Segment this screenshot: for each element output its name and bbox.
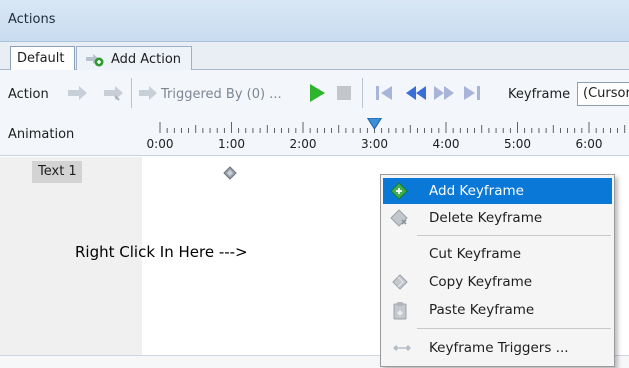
ruler-tick-label: 0:00 bbox=[147, 137, 174, 151]
first-keyframe-icon[interactable] bbox=[374, 83, 396, 103]
keyframe-marker-icon[interactable] bbox=[223, 166, 237, 180]
menu-item-label: Delete Keyframe bbox=[429, 210, 543, 226]
animation-label: Animation bbox=[8, 127, 75, 142]
keyframe-select[interactable]: (Cursor) bbox=[577, 82, 629, 106]
ruler-tick-label: 2:00 bbox=[290, 137, 317, 151]
menu-item-label: Paste Keyframe bbox=[429, 302, 535, 318]
paste-keyframe-icon bbox=[393, 302, 407, 320]
last-keyframe-icon[interactable] bbox=[460, 83, 482, 103]
toolbar-divider bbox=[131, 78, 132, 108]
toolbar-divider bbox=[362, 78, 363, 108]
ruler-tick-label: 3:00 bbox=[361, 137, 388, 151]
triggered-by-icon bbox=[139, 86, 157, 100]
track-label-text: Text 1 bbox=[38, 164, 77, 179]
tab-add-action-label: Add Action bbox=[111, 52, 182, 67]
context-menu: Add Keyframe Delete Keyframe Cut Keyfram… bbox=[380, 174, 615, 367]
menu-separator bbox=[417, 328, 611, 329]
ruler-tick-label: 4:00 bbox=[433, 137, 460, 151]
time-ruler[interactable]: 0:00 1:00 2:00 3:00 4:00 5:00 6:00 bbox=[140, 118, 629, 154]
track-label-column: Text 1 Right Click In Here ---> bbox=[0, 157, 248, 355]
right-click-hint: Right Click In Here ---> bbox=[75, 243, 248, 261]
menu-item-paste-keyframe[interactable]: Paste Keyframe bbox=[383, 297, 612, 323]
keyframe-triggers-icon bbox=[393, 345, 411, 351]
next-keyframe-icon[interactable] bbox=[432, 83, 456, 103]
tab-default[interactable]: Default bbox=[10, 46, 75, 71]
tab-strip: Default Add Action bbox=[0, 42, 629, 71]
menu-item-label: Copy Keyframe bbox=[429, 274, 533, 290]
menu-item-delete-keyframe[interactable]: Delete Keyframe bbox=[383, 205, 612, 231]
move-right-alt-icon[interactable] bbox=[103, 84, 125, 102]
stop-icon[interactable] bbox=[335, 84, 353, 102]
menu-item-add-keyframe[interactable]: Add Keyframe bbox=[383, 178, 612, 204]
ruler-tick-label: 5:00 bbox=[504, 137, 531, 151]
move-right-icon[interactable] bbox=[67, 84, 89, 102]
keyframe-select-value: (Cursor) bbox=[583, 86, 629, 101]
menu-item-label: Add Keyframe bbox=[429, 183, 524, 199]
menu-item-cut-keyframe[interactable]: Cut Keyframe bbox=[383, 241, 612, 267]
action-label: Action bbox=[8, 87, 49, 102]
ruler-tick-label: 1:00 bbox=[218, 137, 245, 151]
add-action-icon bbox=[86, 54, 104, 67]
track-label[interactable]: Text 1 bbox=[32, 161, 82, 183]
menu-separator bbox=[417, 235, 611, 236]
keyframe-label: Keyframe bbox=[508, 87, 571, 102]
menu-item-keyframe-triggers[interactable]: Keyframe Triggers ... bbox=[383, 335, 612, 361]
play-icon[interactable] bbox=[306, 82, 328, 104]
panel-title: Actions bbox=[8, 12, 56, 27]
tab-default-label: Default bbox=[17, 51, 65, 66]
delete-keyframe-icon bbox=[390, 209, 408, 227]
previous-keyframe-icon[interactable] bbox=[404, 83, 428, 103]
menu-item-copy-keyframe[interactable]: Copy Keyframe bbox=[383, 269, 612, 295]
menu-item-label: Keyframe Triggers ... bbox=[429, 340, 569, 356]
playhead-marker[interactable] bbox=[366, 118, 383, 130]
action-toolbar: Action Triggered By (0) ... Keyframe (Cu… bbox=[0, 70, 629, 156]
tab-add-action[interactable]: Add Action bbox=[76, 46, 192, 71]
copy-keyframe-icon bbox=[392, 274, 408, 290]
triggered-by-button[interactable]: Triggered By (0) ... bbox=[161, 87, 282, 102]
menu-item-label: Cut Keyframe bbox=[429, 246, 522, 262]
ruler-tick-label: 6:00 bbox=[576, 137, 603, 151]
add-keyframe-icon bbox=[390, 182, 408, 200]
actions-panel-header: Actions bbox=[0, 0, 629, 42]
